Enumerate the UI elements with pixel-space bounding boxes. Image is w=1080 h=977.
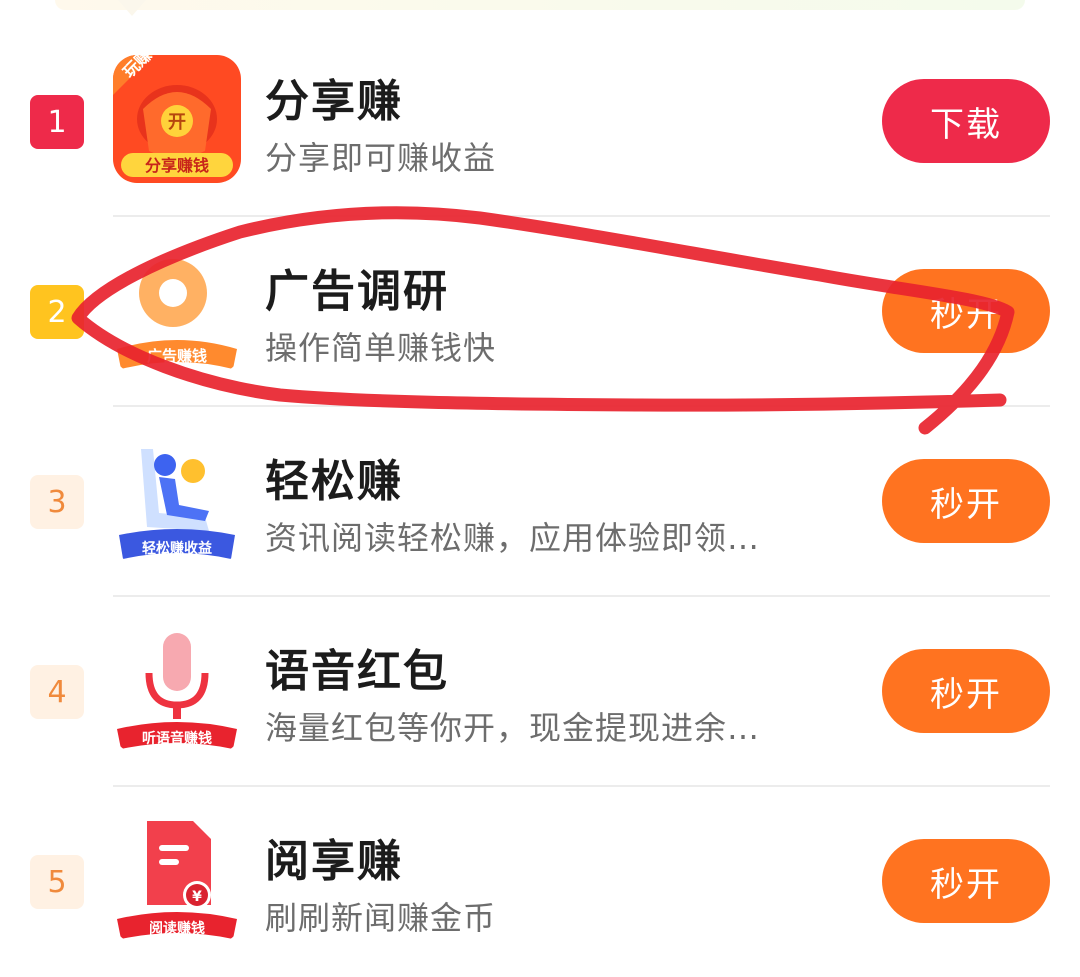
app-title: 广告调研 — [265, 266, 449, 317]
app-title: 阅享赚 — [265, 836, 403, 887]
top-banner-pointer — [118, 0, 146, 16]
ad-survey-icon[interactable]: 广告赚钱 — [113, 245, 241, 373]
easy-earn-icon[interactable]: 轻松赚收益 — [113, 435, 241, 563]
coin-label: ¥ — [192, 889, 202, 905]
app-title: 分享赚 — [265, 76, 403, 127]
icon-caption: 分享赚钱 — [145, 156, 209, 175]
top-banner-edge — [55, 0, 1025, 10]
list-item-share-earn[interactable]: 1 开 玩赚 分享赚钱 分享赚 分享即可赚收益 下载 — [0, 27, 1080, 217]
rank-badge: 2 — [30, 285, 84, 339]
open-button[interactable]: 秒开 — [882, 839, 1050, 923]
list-item-easy-earn[interactable]: 3 轻松赚收益 轻松赚 资讯阅读轻松赚，应用体验即领… 秒开 — [0, 407, 1080, 597]
document-yen-icon[interactable]: ¥ 阅读赚钱 — [113, 815, 241, 943]
app-subtitle: 海量红包等你开，现金提现进余… — [265, 709, 761, 747]
icon-caption: 轻松赚收益 — [142, 540, 212, 557]
app-subtitle: 分享即可赚收益 — [265, 139, 497, 177]
rank-badge: 5 — [30, 855, 84, 909]
microphone-icon[interactable]: 听语音赚钱 — [113, 625, 241, 753]
app-subtitle: 操作简单赚钱快 — [265, 329, 497, 367]
app-title: 轻松赚 — [265, 456, 403, 507]
download-button[interactable]: 下载 — [882, 79, 1050, 163]
list-item-read-earn[interactable]: 5 ¥ 阅读赚钱 阅享赚 刷刷新闻赚金币 秒开 — [0, 787, 1080, 977]
app-subtitle: 刷刷新闻赚金币 — [265, 899, 497, 937]
open-button[interactable]: 秒开 — [882, 459, 1050, 543]
app-title: 语音红包 — [265, 646, 449, 697]
icon-caption: 听语音赚钱 — [142, 730, 212, 747]
rank-badge: 3 — [30, 475, 84, 529]
icon-caption: 阅读赚钱 — [149, 920, 205, 937]
share-earn-icon[interactable]: 开 玩赚 分享赚钱 — [113, 55, 241, 183]
coin-label: 开 — [168, 112, 186, 133]
icon-caption: 广告赚钱 — [147, 347, 207, 365]
app-ranking-list: 1 开 玩赚 分享赚钱 分享赚 分享即可赚收益 下载 2 广告赚钱 广告调研 操… — [0, 27, 1080, 977]
rank-badge: 1 — [30, 95, 84, 149]
open-button[interactable]: 秒开 — [882, 269, 1050, 353]
app-subtitle: 资讯阅读轻松赚，应用体验即领… — [265, 519, 761, 557]
list-item-ad-survey[interactable]: 2 广告赚钱 广告调研 操作简单赚钱快 秒开 — [0, 217, 1080, 407]
rank-badge: 4 — [30, 665, 84, 719]
open-button[interactable]: 秒开 — [882, 649, 1050, 733]
list-item-voice-redpacket[interactable]: 4 听语音赚钱 语音红包 海量红包等你开，现金提现进余… 秒开 — [0, 597, 1080, 787]
